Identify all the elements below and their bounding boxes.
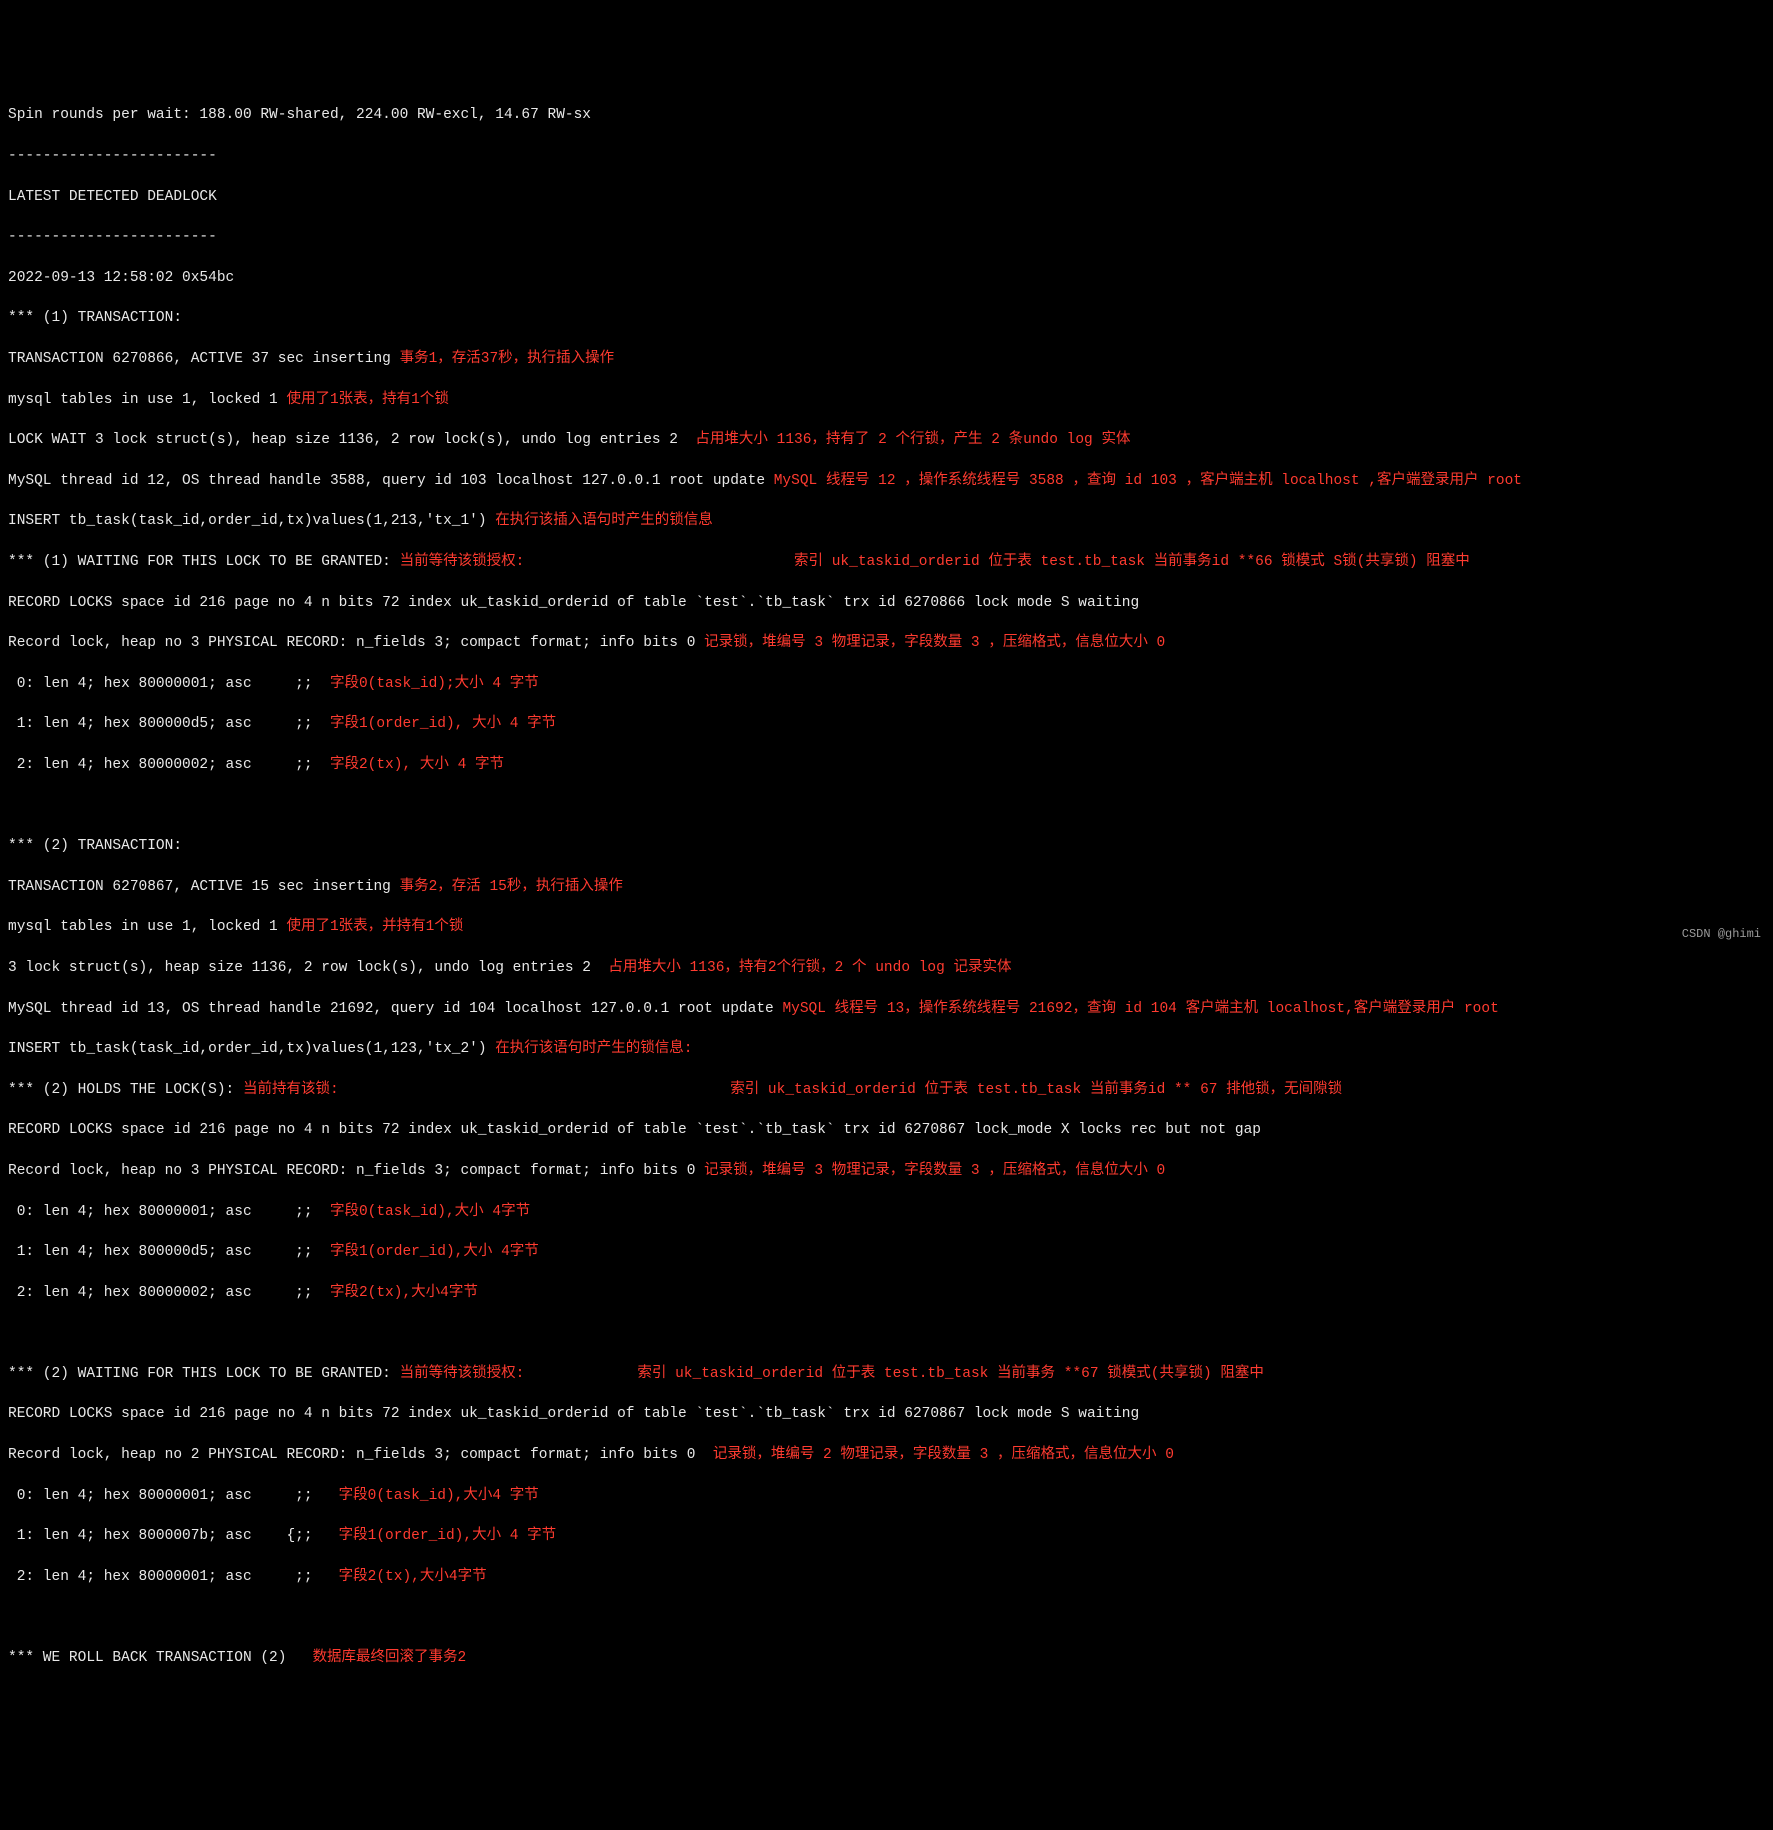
- text: *** WE ROLL BACK TRANSACTION (2): [8, 1650, 313, 1666]
- text: *** (2) WAITING FOR THIS LOCK TO BE GRAN…: [8, 1366, 400, 1382]
- t2-insert: INSERT tb_task(task_id,order_id,tx)value…: [8, 1039, 1773, 1059]
- t1-waiting-header: *** (1) WAITING FOR THIS LOCK TO BE GRAN…: [8, 552, 1773, 572]
- t2-wait-record-locks: RECORD LOCKS space id 216 page no 4 n bi…: [8, 1404, 1773, 1424]
- annotation: 字段2(tx),大小4字节: [330, 1285, 478, 1301]
- t2-wait-field-1: 1: len 4; hex 8000007b; asc {;; 字段1(orde…: [8, 1526, 1773, 1546]
- annotation: 字段1(order_id),大小 4 字节: [339, 1528, 557, 1544]
- text: *** (1) WAITING FOR THIS LOCK TO BE GRAN…: [8, 554, 400, 570]
- t1-active: TRANSACTION 6270866, ACTIVE 37 sec inser…: [8, 349, 1773, 369]
- text: Record lock, heap no 3 PHYSICAL RECORD: …: [8, 635, 704, 651]
- t1-field-1: 1: len 4; hex 800000d5; asc ;; 字段1(order…: [8, 714, 1773, 734]
- annotation: 记录锁，堆编号 3 物理记录，字段数量 3 ，压缩格式，信息位大小 0: [704, 1163, 1165, 1179]
- blank: [8, 1323, 1773, 1343]
- annotation: 占用堆大小 1136，持有了 2 个行锁，产生 2 条undo log 实体: [695, 432, 1130, 448]
- text: 0: len 4; hex 80000001; asc ;;: [8, 676, 330, 692]
- t2-holds-field-0: 0: len 4; hex 80000001; asc ;; 字段0(task_…: [8, 1202, 1773, 1222]
- t1-record-locks: RECORD LOCKS space id 216 page no 4 n bi…: [8, 593, 1773, 613]
- t1-thread: MySQL thread id 12, OS thread handle 358…: [8, 471, 1773, 491]
- t1-tables: mysql tables in use 1, locked 1 使用了1张表，持…: [8, 390, 1773, 410]
- text: INSERT tb_task(task_id,order_id,tx)value…: [8, 513, 495, 529]
- text: 1: len 4; hex 8000007b; asc {;;: [8, 1528, 339, 1544]
- text: MySQL thread id 12, OS thread handle 358…: [8, 473, 774, 489]
- deadlock-title: LATEST DETECTED DEADLOCK: [8, 187, 1773, 207]
- annotation: 字段1(order_id), 大小 4 字节: [330, 716, 556, 732]
- text: 2: len 4; hex 80000002; asc ;;: [8, 1285, 330, 1301]
- text: mysql tables in use 1, locked 1: [8, 392, 286, 408]
- t2-holds-record-lock: Record lock, heap no 3 PHYSICAL RECORD: …: [8, 1161, 1773, 1181]
- text: 0: len 4; hex 80000001; asc ;;: [8, 1488, 339, 1504]
- text: Record lock, heap no 3 PHYSICAL RECORD: …: [8, 1163, 704, 1179]
- t2-waiting-header: *** (2) WAITING FOR THIS LOCK TO BE GRAN…: [8, 1364, 1773, 1384]
- text: TRANSACTION 6270867, ACTIVE 15 sec inser…: [8, 879, 400, 895]
- blank: [8, 796, 1773, 816]
- dashes: ------------------------: [8, 227, 1773, 247]
- annotation: 字段0(task_id),大小 4字节: [330, 1204, 530, 1220]
- text: 0: len 4; hex 80000001; asc ;;: [8, 1204, 330, 1220]
- annotation: 字段0(task_id),大小4 字节: [339, 1488, 539, 1504]
- t1-field-0: 0: len 4; hex 80000001; asc ;; 字段0(task_…: [8, 674, 1773, 694]
- annotation: 字段2(tx), 大小 4 字节: [330, 757, 504, 773]
- text: TRANSACTION 6270866, ACTIVE 37 sec inser…: [8, 351, 400, 367]
- t2-wait-record-lock: Record lock, heap no 2 PHYSICAL RECORD: …: [8, 1445, 1773, 1465]
- annotation: 字段1(order_id),大小 4字节: [330, 1244, 539, 1260]
- annotation-right: 索引 uk_taskid_orderid 位于表 test.tb_task 当前…: [339, 1082, 1343, 1098]
- annotation: MySQL 线程号 13，操作系统线程号 21692，查询 id 104 客户端…: [782, 1001, 1498, 1017]
- t2-holds-field-1: 1: len 4; hex 800000d5; asc ;; 字段1(order…: [8, 1242, 1773, 1262]
- text: mysql tables in use 1, locked 1: [8, 919, 286, 935]
- text: 1: len 4; hex 800000d5; asc ;;: [8, 1244, 330, 1260]
- t1-insert: INSERT tb_task(task_id,order_id,tx)value…: [8, 511, 1773, 531]
- annotation-left: 当前持有该锁:: [243, 1082, 339, 1098]
- annotation: 字段2(tx),大小4字节: [339, 1569, 487, 1585]
- dashes: ------------------------: [8, 146, 1773, 166]
- t2-holds-header: *** (2) HOLDS THE LOCK(S): 当前持有该锁: 索引 uk…: [8, 1080, 1773, 1100]
- text: LOCK WAIT 3 lock struct(s), heap size 11…: [8, 432, 695, 448]
- t1-field-2: 2: len 4; hex 80000002; asc ;; 字段2(tx), …: [8, 755, 1773, 775]
- text: Record lock, heap no 2 PHYSICAL RECORD: …: [8, 1447, 713, 1463]
- annotation: 占用堆大小 1136，持有2个行锁，2 个 undo log 记录实体: [608, 960, 1011, 976]
- annotation: 事务2，存活 15秒，执行插入操作: [400, 879, 623, 895]
- annotation: 记录锁，堆编号 3 物理记录，字段数量 3 ，压缩格式，信息位大小 0: [704, 635, 1165, 651]
- t2-active: TRANSACTION 6270867, ACTIVE 15 sec inser…: [8, 877, 1773, 897]
- t2-wait-field-0: 0: len 4; hex 80000001; asc ;; 字段0(task_…: [8, 1486, 1773, 1506]
- t2-lockstruct: 3 lock struct(s), heap size 1136, 2 row …: [8, 958, 1773, 978]
- annotation: 在执行该语句时产生的锁信息:: [495, 1041, 692, 1057]
- t2-holds-field-2: 2: len 4; hex 80000002; asc ;; 字段2(tx),大…: [8, 1283, 1773, 1303]
- t2-header: *** (2) TRANSACTION:: [8, 836, 1773, 856]
- t2-holds-record-locks: RECORD LOCKS space id 216 page no 4 n bi…: [8, 1120, 1773, 1140]
- t1-lockwait: LOCK WAIT 3 lock struct(s), heap size 11…: [8, 430, 1773, 450]
- annotation: 在执行该插入语句时产生的锁信息: [495, 513, 713, 529]
- annotation-right: 索引 uk_taskid_orderid 位于表 test.tb_task 当前…: [524, 554, 1470, 570]
- text: *** (2) HOLDS THE LOCK(S):: [8, 1082, 243, 1098]
- annotation-left: 当前等待该锁授权:: [400, 554, 525, 570]
- text: 1: len 4; hex 800000d5; asc ;;: [8, 716, 330, 732]
- annotation: 事务1，存活37秒，执行插入操作: [400, 351, 615, 367]
- annotation: 数据库最终回滚了事务2: [313, 1650, 467, 1666]
- blank: [8, 1607, 1773, 1627]
- annotation: 使用了1张表，持有1个锁: [286, 392, 448, 408]
- annotation: 记录锁，堆编号 2 物理记录，字段数量 3 ，压缩格式，信息位大小 0: [713, 1447, 1174, 1463]
- t2-thread: MySQL thread id 13, OS thread handle 216…: [8, 999, 1773, 1019]
- t1-record-lock: Record lock, heap no 3 PHYSICAL RECORD: …: [8, 633, 1773, 653]
- text: 2: len 4; hex 80000001; asc ;;: [8, 1569, 339, 1585]
- text: 2: len 4; hex 80000002; asc ;;: [8, 757, 330, 773]
- annotation-left: 当前等待该锁授权:: [400, 1366, 525, 1382]
- annotation: 使用了1张表，并持有1个锁: [286, 919, 463, 935]
- terminal-output: Spin rounds per wait: 188.00 RW-shared, …: [0, 81, 1773, 1708]
- text: INSERT tb_task(task_id,order_id,tx)value…: [8, 1041, 495, 1057]
- t1-header: *** (1) TRANSACTION:: [8, 308, 1773, 328]
- annotation: 字段0(task_id);大小 4 字节: [330, 676, 539, 692]
- text: 3 lock struct(s), heap size 1136, 2 row …: [8, 960, 608, 976]
- t2-wait-field-2: 2: len 4; hex 80000001; asc ;; 字段2(tx),大…: [8, 1567, 1773, 1587]
- rollback-line: *** WE ROLL BACK TRANSACTION (2) 数据库最终回滚…: [8, 1648, 1773, 1668]
- spin-line: Spin rounds per wait: 188.00 RW-shared, …: [8, 105, 1773, 125]
- t2-tables: mysql tables in use 1, locked 1 使用了1张表，并…: [8, 917, 1773, 937]
- timestamp: 2022-09-13 12:58:02 0x54bc: [8, 268, 1773, 288]
- annotation: MySQL 线程号 12 ，操作系统线程号 3588 ，查询 id 103 ，客…: [774, 473, 1522, 489]
- watermark: CSDN @ghimi: [1682, 926, 1761, 943]
- text: MySQL thread id 13, OS thread handle 216…: [8, 1001, 782, 1017]
- annotation-right: 索引 uk_taskid_orderid 位于表 test.tb_task 当前…: [524, 1366, 1264, 1382]
